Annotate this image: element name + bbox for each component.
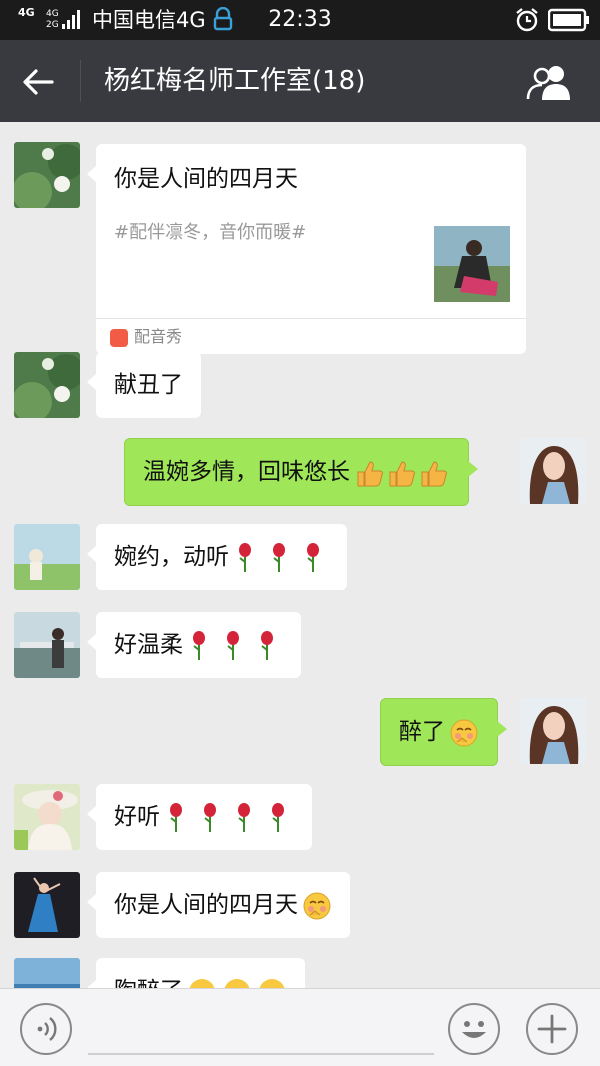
avatar-self-image <box>520 438 586 504</box>
card-description: #配伴凛冬，音你而暖# <box>114 222 307 243</box>
voice-button[interactable] <box>20 1003 72 1055</box>
rose-icon <box>193 630 273 660</box>
clock-time: 22:33 <box>268 7 332 32</box>
message-text: 陶醉了 <box>114 978 183 988</box>
message-text: 你是人间的四月天 <box>114 892 298 918</box>
avatar-lotus-image <box>14 352 80 418</box>
avatar-field-image <box>14 524 80 590</box>
avatar-hat-girl-image <box>14 784 80 850</box>
card-source-name: 配音秀 <box>134 327 183 346</box>
message-bubble[interactable]: 好听 <box>87 784 312 850</box>
message-text: 温婉多情，回味悠长 <box>143 459 350 485</box>
battery-icon <box>548 8 589 32</box>
emoji-icon <box>462 1021 486 1038</box>
message-text: 好听 <box>114 804 160 830</box>
message-bubble-outgoing[interactable]: 醉了 <box>380 698 507 766</box>
avatar-sea-image <box>14 958 80 988</box>
avatar-lotus-image <box>14 142 80 208</box>
card-source: 配音秀 <box>96 318 526 354</box>
avatar-lotus[interactable] <box>14 142 80 208</box>
alarm-icon <box>516 8 538 32</box>
app-logo-icon <box>110 329 128 347</box>
blush-emoji-icon <box>450 719 478 746</box>
thumbs-up-icon <box>357 460 447 486</box>
chat-title: 杨红梅名师工作室(18) <box>104 66 366 96</box>
message-text: 献丑了 <box>114 372 183 398</box>
status-bar: 4G 4G 2G 中国电信4G 22:33 <box>0 0 600 40</box>
message-text: 好温柔 <box>114 632 183 658</box>
message-input[interactable] <box>88 1053 434 1055</box>
message-bubble[interactable]: 婉约，动听 <box>87 524 347 590</box>
avatar-hat-girl[interactable] <box>14 784 80 850</box>
message-bubble[interactable]: 陶醉了 <box>87 958 305 988</box>
avatar-self[interactable] <box>520 698 586 764</box>
title-bar: 杨红梅名师工作室(18) <box>0 40 600 122</box>
avatar-lake-image <box>14 612 80 678</box>
input-bar <box>0 988 600 1066</box>
card-thumbnail-image <box>434 226 510 302</box>
more-button[interactable] <box>526 1003 578 1055</box>
blush-emoji-icon <box>303 892 331 919</box>
chat-area[interactable]: 你是人间的四月天 #配伴凛冬，音你而暖# 配音秀 献丑了 温婉多情，回味悠长 婉… <box>0 122 600 988</box>
message-bubble-outgoing[interactable]: 温婉多情，回味悠长 <box>124 438 478 506</box>
voice-icon <box>37 1017 57 1041</box>
avatar-dancer[interactable] <box>14 872 80 938</box>
avatar-dancer-image <box>14 872 80 938</box>
avatar-field[interactable] <box>14 524 80 590</box>
shared-card-message[interactable]: 你是人间的四月天 #配伴凛冬，音你而暖# 配音秀 <box>87 144 526 354</box>
emoji-button[interactable] <box>448 1003 500 1055</box>
avatar-self-image <box>520 698 586 764</box>
message-bubble[interactable]: 献丑了 <box>87 352 201 418</box>
card-thumbnail <box>434 226 510 302</box>
title-divider <box>80 60 81 102</box>
avatar-lotus[interactable] <box>14 352 80 418</box>
message-text: 婉约，动听 <box>114 544 229 570</box>
message-bubble[interactable]: 你是人间的四月天 <box>87 872 350 938</box>
rose-icon <box>239 542 319 572</box>
group-members-icon[interactable] <box>524 62 578 102</box>
plus-icon <box>537 1014 567 1044</box>
blush-emoji-icon <box>189 978 285 988</box>
message-text: 醉了 <box>399 719 445 745</box>
message-bubble[interactable]: 好温柔 <box>87 612 301 678</box>
back-arrow-icon[interactable] <box>20 64 56 100</box>
card-title: 你是人间的四月天 <box>114 166 298 192</box>
avatar-self[interactable] <box>520 438 586 504</box>
avatar-sea[interactable] <box>14 958 80 988</box>
avatar-lake[interactable] <box>14 612 80 678</box>
rose-icon <box>170 802 284 832</box>
